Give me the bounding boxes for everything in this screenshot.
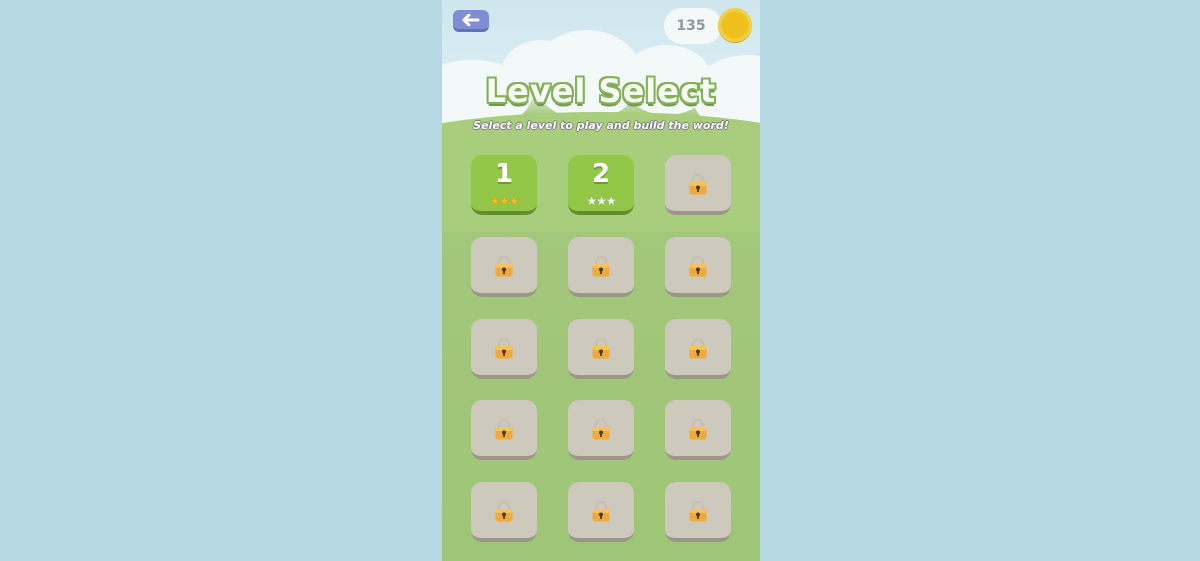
lock-icon bbox=[494, 500, 514, 522]
level-10-button[interactable] bbox=[471, 400, 537, 460]
level-4-button[interactable] bbox=[471, 237, 537, 297]
level-3-button[interactable] bbox=[665, 155, 731, 215]
star-rating: ★★★ bbox=[568, 195, 634, 207]
level-15-button[interactable] bbox=[665, 482, 731, 542]
lock-icon bbox=[494, 418, 514, 440]
level-6-button[interactable] bbox=[665, 237, 731, 297]
level-11-button[interactable] bbox=[568, 400, 634, 460]
star-empty-icon: ★ bbox=[596, 194, 607, 208]
lock-icon bbox=[591, 337, 611, 359]
level-14-button[interactable] bbox=[568, 482, 634, 542]
level-9-button[interactable] bbox=[665, 319, 731, 379]
gold-coin-icon bbox=[718, 8, 752, 42]
level-13-button[interactable] bbox=[471, 482, 537, 542]
lock-icon bbox=[688, 418, 708, 440]
level-1-button[interactable]: 1 ★★★ bbox=[471, 155, 537, 215]
back-button[interactable] bbox=[453, 10, 489, 32]
level-12-button[interactable] bbox=[665, 400, 731, 460]
star-empty-icon: ★ bbox=[605, 194, 617, 208]
star-filled-icon: ★ bbox=[489, 194, 500, 208]
lock-icon bbox=[688, 255, 708, 277]
level-number: 2 bbox=[591, 159, 611, 189]
arrow-left-icon bbox=[462, 13, 480, 26]
star-empty-icon: ★ bbox=[586, 194, 597, 208]
star-rating: ★★★ bbox=[471, 195, 537, 207]
game-screen: 135 Level Select Select a level to play … bbox=[442, 0, 760, 561]
level-7-button[interactable] bbox=[471, 319, 537, 379]
level-number: 1 bbox=[494, 159, 514, 189]
lock-icon bbox=[591, 418, 611, 440]
page-subtitle: Select a level to play and build the wor… bbox=[473, 119, 729, 132]
star-filled-icon: ★ bbox=[499, 194, 510, 208]
lock-icon bbox=[494, 337, 514, 359]
lock-icon bbox=[688, 500, 708, 522]
lock-icon bbox=[688, 337, 708, 359]
level-5-button[interactable] bbox=[568, 237, 634, 297]
lock-icon bbox=[591, 500, 611, 522]
lock-icon bbox=[494, 255, 514, 277]
lock-icon bbox=[591, 255, 611, 277]
lock-icon bbox=[688, 173, 708, 195]
level-8-button[interactable] bbox=[568, 319, 634, 379]
level-2-button[interactable]: 2 ★★★ bbox=[568, 155, 634, 215]
page-title: Level Select bbox=[485, 72, 717, 110]
star-filled-icon: ★ bbox=[508, 194, 520, 208]
coin-count: 135 bbox=[676, 18, 706, 34]
